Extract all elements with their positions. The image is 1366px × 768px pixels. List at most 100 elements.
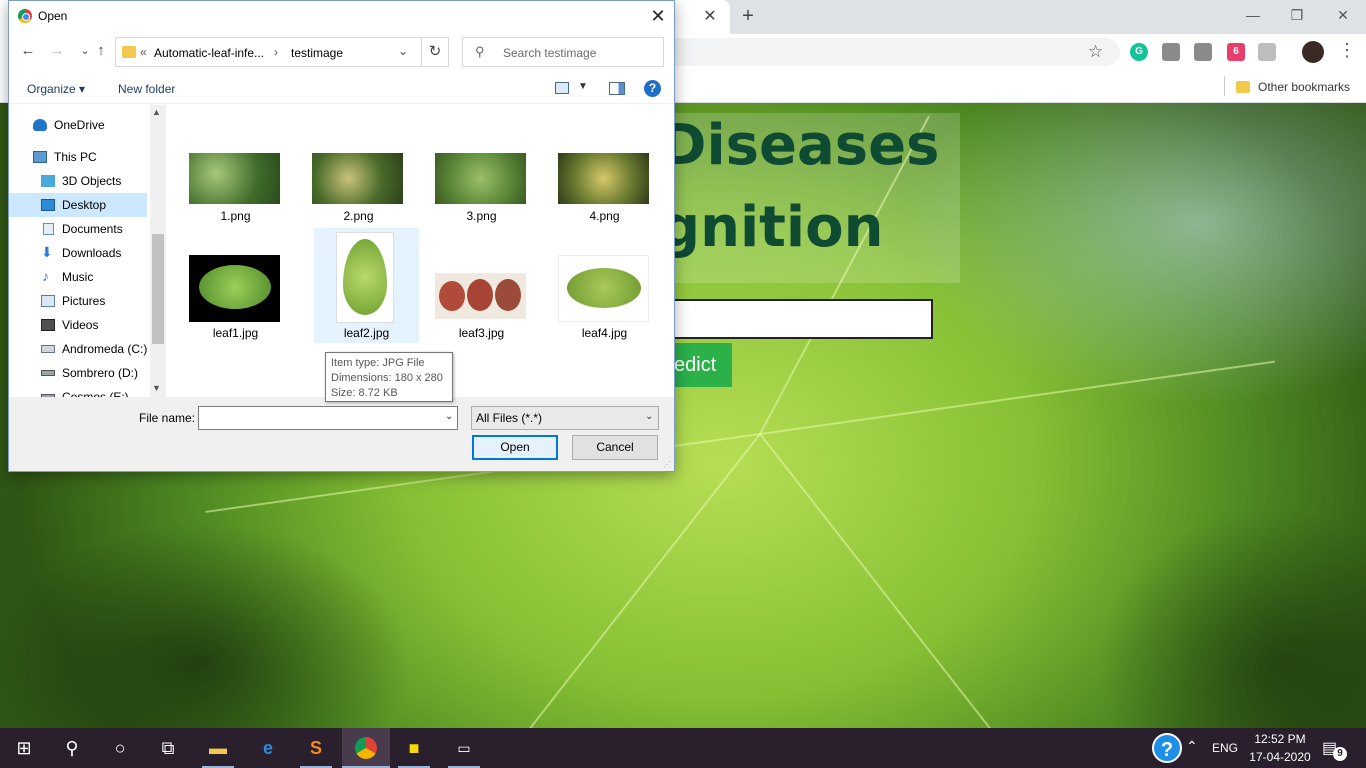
shield-extension-icon[interactable] [1162,43,1180,61]
file-name: leaf3.jpg [458,326,505,340]
security-extension-icon[interactable] [1258,43,1276,61]
command-bar: Organize ▾ New folder ▼ ? [9,74,674,104]
nav-item-label: Sombrero (D:) [62,366,139,380]
file-name: leaf4.jpg [581,326,628,340]
thumbnail-image [336,232,394,323]
nav-item-pictures[interactable]: Pictures [9,289,149,313]
nav-item-onedrive[interactable]: OneDrive [9,113,149,137]
sublime-text-icon[interactable]: S [292,728,340,768]
nav-item-music[interactable]: ♪ Music [9,265,149,289]
cancel-button[interactable]: Cancel [572,435,658,460]
folder-icon [1236,81,1250,93]
file-item-hovered[interactable]: leaf2.jpg [314,228,419,343]
change-view-icon[interactable] [555,82,569,94]
clock-time[interactable]: 12:52 PM [1250,732,1310,746]
folder-icon [122,46,136,58]
dialog-close-button[interactable]: ✕ [645,4,671,28]
file-item[interactable]: leaf1.jpg [183,228,288,343]
mail-extension-icon[interactable]: 6 [1227,43,1245,61]
other-bookmarks-label: Other bookmarks [1258,80,1351,94]
cortana-icon[interactable]: ○ [96,728,144,768]
file-item[interactable]: leaf3.jpg [429,228,534,343]
help-icon[interactable]: ? [644,80,661,97]
thumbnail-image [435,153,526,204]
tab-close-icon[interactable]: ✕ [700,7,720,27]
forward-arrow-icon[interactable]: → [47,41,67,61]
sticky-notes-icon[interactable]: ■ [390,728,438,768]
nav-item-this-pc[interactable]: This PC [9,145,149,169]
address-bar[interactable]: « Automatic-leaf-infe... › testimage ⌄ [115,37,422,67]
nav-scrollbar-thumb[interactable] [152,234,164,344]
open-button[interactable]: Open [472,435,558,460]
chevron-up-icon[interactable]: ⌃ [1186,738,1198,755]
breadcrumb-separator[interactable]: › [274,45,278,59]
file-upload-field[interactable] [650,299,933,339]
search-icon[interactable]: ⚲ [48,728,96,768]
search-placeholder: Search testimage [503,46,597,60]
omnibox[interactable] [660,38,1120,66]
help-tray-icon[interactable]: ? [1152,733,1182,763]
view-options-dropdown-icon[interactable]: ▼ [578,81,588,92]
nav-item-documents[interactable]: Documents [9,217,149,241]
notification-count-badge: 9 [1333,747,1347,761]
nav-item-drive-d[interactable]: Sombrero (D:) [9,361,149,385]
start-windows-icon[interactable]: ⊞ [0,728,48,768]
nav-item-videos[interactable]: Videos [9,313,149,337]
task-view-icon[interactable]: ⧉ [144,728,192,768]
new-tab-button[interactable]: + [737,5,759,27]
file-name-input[interactable] [198,406,458,430]
preview-pane-icon[interactable] [609,82,625,95]
scroll-down-icon[interactable]: ▼ [152,383,161,393]
chevron-down-icon[interactable]: ⌄ [445,411,453,422]
profile-avatar[interactable] [1302,41,1324,63]
thumbnail-image [189,153,280,204]
chrome-taskbar-icon[interactable] [342,728,390,768]
bookmarks-divider [1224,76,1225,96]
language-indicator[interactable]: ENG [1212,741,1238,755]
browser-menu-icon[interactable]: ⋮ [1338,40,1356,61]
new-folder-button[interactable]: New folder [118,82,175,96]
up-arrow-icon[interactable]: ↑ [91,41,111,61]
nav-item-desktop[interactable]: Desktop [9,193,147,217]
nav-item-drive-e[interactable]: Cosmos (E:) [9,385,149,397]
bookmark-star-icon[interactable]: ☆ [1088,42,1103,62]
file-explorer-icon[interactable]: ▬ [194,728,242,768]
file-tooltip: Item type: JPG File Dimensions: 180 x 28… [325,352,453,402]
search-icon: ⚲ [475,44,485,59]
privacy-extension-icon[interactable] [1194,43,1212,61]
chevron-down-icon[interactable]: ⌄ [398,44,408,58]
back-arrow-icon[interactable]: ← [18,41,38,61]
breadcrumb-overflow[interactable]: « [140,45,147,59]
dialog-footer: File name: ⌄ All Files (*.*) ⌄ Open Canc… [9,397,674,471]
pictures-icon [41,295,55,307]
this-pc-icon [33,151,47,163]
nav-item-drive-c[interactable]: Andromeda (C:) [9,337,149,361]
edge-icon[interactable]: e [244,728,292,768]
tooltip-dimensions: Dimensions: 180 x 280 [331,372,443,384]
restore-button[interactable]: ❐ [1274,4,1320,28]
chevron-down-icon[interactable]: ⌄ [645,411,653,422]
other-bookmarks[interactable]: Other bookmarks [1236,77,1350,97]
nav-item-label: Downloads [62,246,122,260]
file-type-select[interactable]: All Files (*.*) [471,406,659,430]
navigation-pane: OneDrive This PC 3D Objects Desktop Docu… [9,105,163,397]
search-input[interactable]: ⚲ Search testimage [462,37,664,67]
breadcrumb-segment-parent[interactable]: Automatic-leaf-infe... [154,46,264,60]
refresh-icon[interactable]: ↻ [422,37,449,67]
organize-menu[interactable]: Organize ▾ [27,82,85,96]
close-window-button[interactable]: ✕ [1320,4,1366,28]
nav-item-label: Documents [62,222,123,236]
dialog-titlebar[interactable]: Open ✕ [9,1,674,32]
nav-item-label: Videos [62,318,99,332]
command-prompt-icon[interactable]: ▭ [440,728,488,768]
nav-item-3d-objects[interactable]: 3D Objects [9,169,149,193]
breadcrumb-segment-current[interactable]: testimage [291,46,343,60]
grammarly-extension-icon[interactable]: G [1130,43,1148,61]
nav-item-downloads[interactable]: ⬇ Downloads [9,241,149,265]
file-name: 3.png [466,209,497,223]
clock-date[interactable]: 17-04-2020 [1247,750,1313,764]
minimize-button[interactable]: — [1230,4,1276,28]
scroll-up-icon[interactable]: ▲ [152,107,161,117]
file-item[interactable]: leaf4.jpg [552,228,657,343]
resize-grip-icon[interactable]: ⋰ [663,460,671,469]
